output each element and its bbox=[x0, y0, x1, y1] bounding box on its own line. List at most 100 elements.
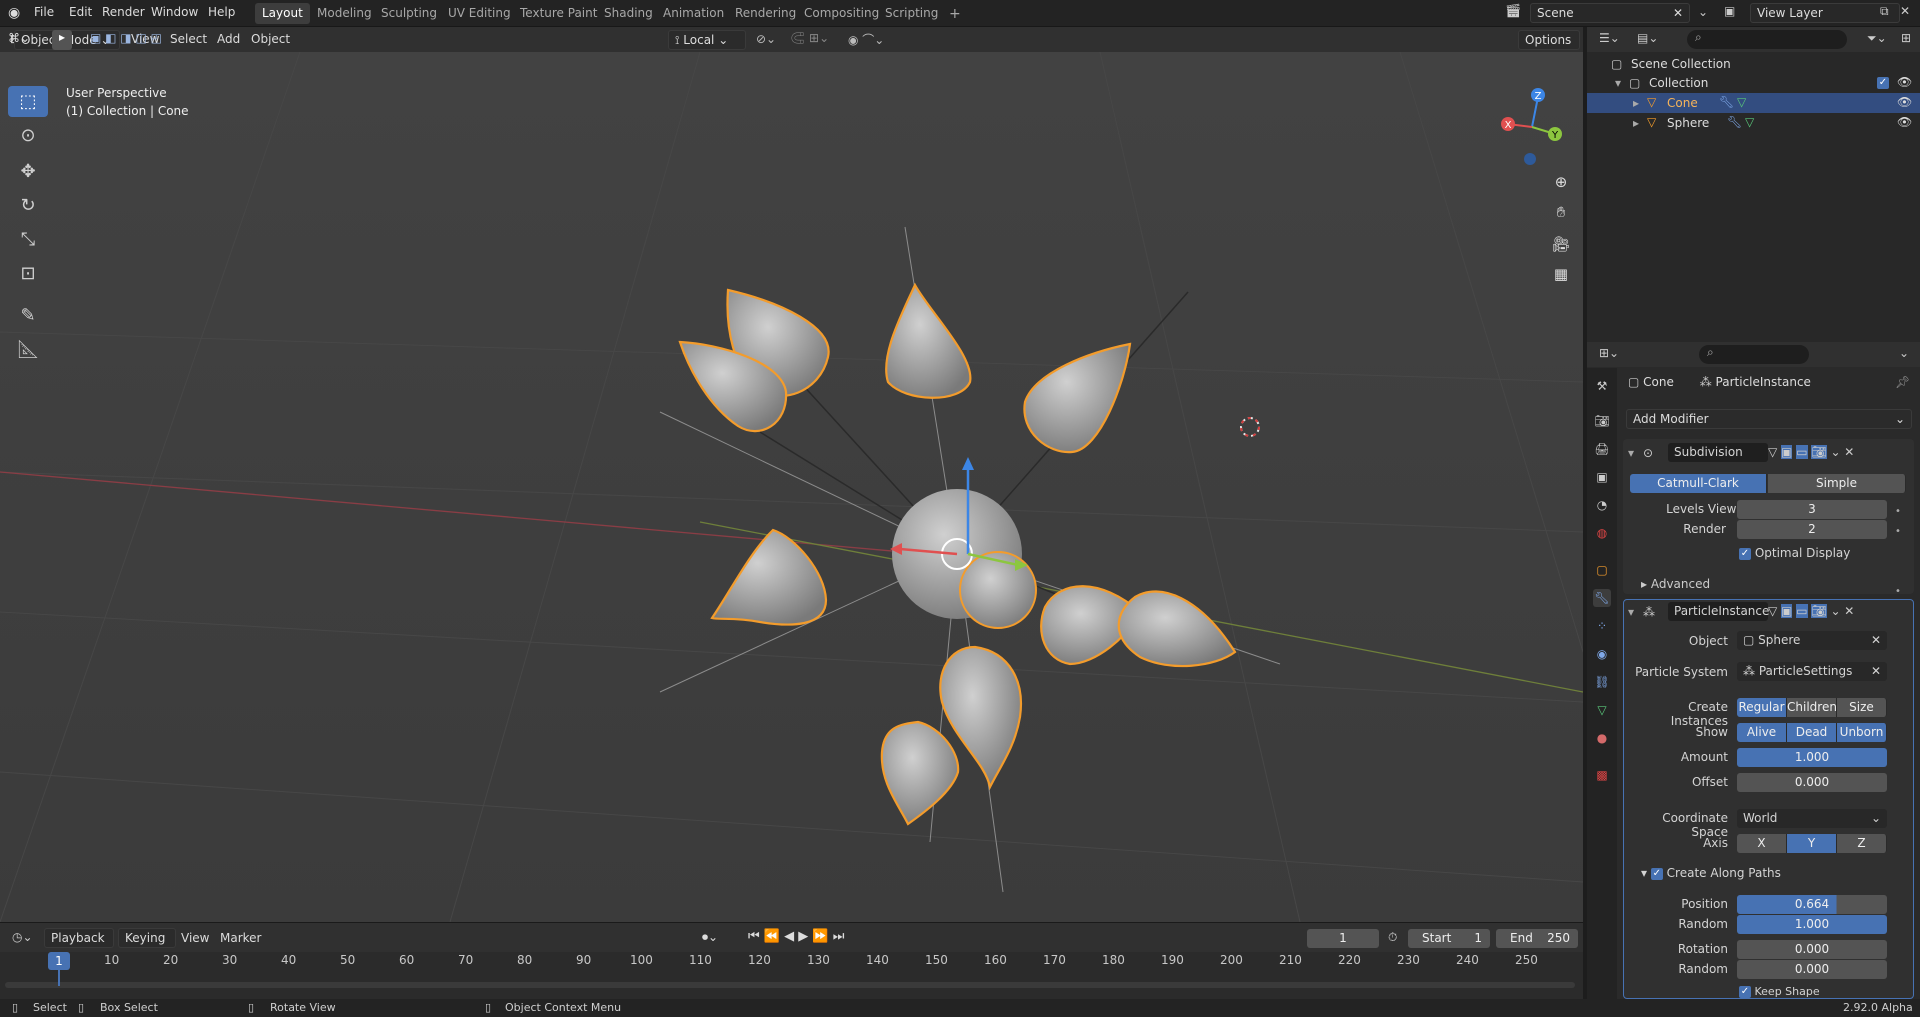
modifier-wrench-icon[interactable]: 🔧︎ bbox=[1727, 115, 1742, 129]
offset-field[interactable]: 0.000 bbox=[1737, 773, 1887, 792]
transform-tool-icon[interactable]: ⊡ bbox=[8, 258, 48, 289]
view-layer-tab-icon[interactable]: ▣ bbox=[1593, 468, 1611, 486]
outliner-row-cone[interactable]: ▸ ▽ Cone 🔧︎ ▽ 👁︎ bbox=[1587, 93, 1920, 113]
axis-x-toggle[interactable]: X bbox=[1737, 834, 1787, 853]
playback-menu[interactable]: Playback ⌄ bbox=[44, 928, 114, 959]
chevron-right-icon[interactable]: ▸ bbox=[1633, 116, 1639, 130]
tab-scripting[interactable]: Scripting bbox=[878, 3, 945, 24]
measure-tool-icon[interactable]: 📐︎ bbox=[8, 334, 48, 365]
create-children-toggle[interactable]: Children bbox=[1787, 698, 1837, 717]
move-tool-icon[interactable]: ✥ bbox=[8, 156, 48, 187]
menu-object[interactable]: Object bbox=[251, 32, 290, 46]
mesh-data-icon[interactable]: ▽ bbox=[1745, 115, 1754, 129]
grid-view-icon[interactable]: ▦ bbox=[1547, 260, 1575, 288]
add-workspace-icon[interactable]: + bbox=[942, 3, 968, 24]
navigation-gizmo[interactable]: Z Y X bbox=[1495, 87, 1570, 167]
snap-icon[interactable]: 🧲︎ ⊞⌄ bbox=[790, 31, 829, 45]
material-tab-icon[interactable]: ● bbox=[1593, 729, 1611, 747]
random-slider[interactable]: 1.000 bbox=[1737, 915, 1887, 934]
3d-viewport[interactable]: User Perspective (1) Collection | Cone Z… bbox=[0, 52, 1583, 922]
rotation-random-field[interactable]: 0.000 bbox=[1737, 960, 1887, 979]
object-tab-icon[interactable]: ▢ bbox=[1593, 561, 1611, 579]
annotate-tool-icon[interactable]: ✎ bbox=[8, 300, 48, 331]
eye-icon[interactable]: 👁︎ bbox=[1897, 75, 1912, 89]
particle-instance-name-field[interactable]: ParticleInstance bbox=[1668, 602, 1769, 621]
select-tool-icon[interactable]: ▸ bbox=[52, 30, 72, 50]
axis-y-toggle[interactable]: Y bbox=[1787, 834, 1837, 853]
rotate-tool-icon[interactable]: ↻ bbox=[8, 190, 48, 221]
marker-menu[interactable]: Marker bbox=[220, 931, 261, 945]
tab-sculpting[interactable]: Sculpting bbox=[374, 3, 444, 24]
checkbox-icon[interactable]: ✓ bbox=[1877, 75, 1889, 89]
tab-layout[interactable]: Layout bbox=[255, 3, 310, 24]
render-levels-field[interactable]: 2 bbox=[1737, 520, 1887, 539]
view-layer-selector[interactable]: View Layer bbox=[1750, 3, 1900, 23]
keying-menu[interactable]: Keying ⌄ bbox=[118, 928, 176, 959]
scene-tab-icon[interactable]: ◔ bbox=[1593, 496, 1611, 514]
pivot-icon[interactable]: ⊘⌄ bbox=[756, 32, 776, 46]
new-collection-icon[interactable]: ⊞ bbox=[1901, 31, 1911, 45]
chevron-down-icon[interactable]: ▾ bbox=[1628, 605, 1634, 619]
show-dead-toggle[interactable]: Dead bbox=[1787, 723, 1837, 742]
advanced-subpanel[interactable]: ▸ Advanced bbox=[1641, 577, 1710, 591]
coordinate-space-dropdown[interactable]: World ⌄ bbox=[1737, 809, 1887, 828]
timeline-view-menu[interactable]: View bbox=[181, 931, 209, 945]
editor-type-icon[interactable]: ⊞⌄ bbox=[1599, 346, 1619, 360]
end-frame-field[interactable]: End 250 bbox=[1496, 929, 1578, 948]
filter-icon[interactable]: ⏷⌄ bbox=[1867, 31, 1887, 46]
proportional-edit-icon[interactable]: ◉ ⌒⌄ bbox=[848, 31, 884, 48]
menu-add[interactable]: Add bbox=[217, 32, 240, 46]
stopwatch-icon[interactable]: ⏱︎ bbox=[1388, 930, 1397, 945]
chevron-down-icon[interactable]: ▾ bbox=[1615, 76, 1621, 90]
outliner-search-input[interactable]: ⌕ bbox=[1687, 30, 1847, 49]
tab-animation[interactable]: Animation bbox=[656, 3, 731, 24]
playhead[interactable]: 1 bbox=[48, 952, 70, 970]
catmull-clark-button[interactable]: Catmull-Clark bbox=[1630, 474, 1767, 493]
timeline-scrollbar[interactable] bbox=[5, 982, 1575, 988]
keep-shape-checkbox[interactable]: ✓ Keep Shape bbox=[1739, 985, 1820, 998]
tab-rendering[interactable]: Rendering bbox=[728, 3, 803, 24]
properties-search-input[interactable]: ⌕ bbox=[1699, 345, 1809, 364]
display-mode-icon[interactable]: ▤⌄ bbox=[1637, 31, 1658, 45]
menu-select[interactable]: Select bbox=[170, 32, 207, 46]
view-layer-icon[interactable]: ▣ bbox=[1724, 4, 1735, 18]
texture-tab-icon[interactable]: ▩ bbox=[1593, 766, 1611, 784]
close-icon[interactable]: ✕ bbox=[1900, 4, 1910, 18]
tab-shading[interactable]: Shading bbox=[597, 3, 660, 24]
create-size-toggle[interactable]: Size bbox=[1837, 698, 1887, 717]
eye-icon[interactable]: 👁︎ bbox=[1897, 115, 1912, 129]
menu-render[interactable]: Render bbox=[102, 5, 145, 19]
add-modifier-button[interactable]: Add Modifier ⌄ bbox=[1626, 409, 1912, 429]
show-alive-toggle[interactable]: Alive bbox=[1737, 723, 1787, 742]
object-field[interactable]: ▢ Sphere ✕ bbox=[1737, 631, 1887, 650]
tool-tab-icon[interactable]: ⚒ bbox=[1593, 377, 1611, 395]
subdivision-name-field[interactable]: Subdivision bbox=[1668, 443, 1768, 462]
cursor-tool-icon[interactable]: ⊙ bbox=[8, 120, 48, 151]
world-tab-icon[interactable]: ◍ bbox=[1593, 524, 1611, 542]
particles-tab-icon[interactable]: ⁘ bbox=[1593, 617, 1611, 635]
simple-button[interactable]: Simple bbox=[1768, 474, 1906, 493]
position-slider[interactable]: 0.664 bbox=[1737, 895, 1887, 914]
orientation-selector[interactable]: ⟟ Local ⌄ bbox=[668, 30, 746, 50]
outliner-row-scene-collection[interactable]: ▢ Scene Collection bbox=[1587, 54, 1920, 74]
zoom-icon[interactable]: ⊕ bbox=[1547, 168, 1575, 196]
create-along-paths-subpanel[interactable]: ▾ ✓ Create Along Paths bbox=[1641, 866, 1781, 880]
chevron-down-icon[interactable]: ⌄ bbox=[1899, 346, 1909, 360]
clock-icon[interactable]: ◷⌄ bbox=[12, 930, 33, 944]
camera-icon[interactable]: 🎥︎ bbox=[1547, 230, 1575, 258]
blender-logo-icon[interactable]: ◉ bbox=[8, 5, 20, 21]
optimal-display-checkbox[interactable]: ✓ Optimal Display bbox=[1739, 546, 1850, 560]
tab-compositing[interactable]: Compositing bbox=[797, 3, 886, 24]
editor-type-icon[interactable]: ☰⌄ bbox=[1599, 31, 1620, 45]
chevron-down-icon[interactable]: ▾ bbox=[1628, 446, 1634, 460]
current-frame-field[interactable]: 1 bbox=[1307, 929, 1379, 948]
editor-type-icon[interactable]: ⌘⌄ bbox=[8, 31, 30, 45]
modifier-wrench-icon[interactable]: 🔧︎ bbox=[1719, 95, 1734, 109]
tab-uv-editing[interactable]: UV Editing bbox=[441, 3, 518, 24]
data-tab-icon[interactable]: ▽ bbox=[1593, 701, 1611, 719]
outliner-row-collection[interactable]: ▾ ▢ Collection ✓ 👁︎ bbox=[1587, 73, 1920, 93]
levels-viewport-field[interactable]: 3 bbox=[1737, 500, 1887, 519]
chevron-right-icon[interactable]: ▸ bbox=[1633, 96, 1639, 110]
record-icon[interactable]: ⏺⌄ bbox=[702, 930, 718, 945]
menu-window[interactable]: Window bbox=[151, 5, 198, 19]
